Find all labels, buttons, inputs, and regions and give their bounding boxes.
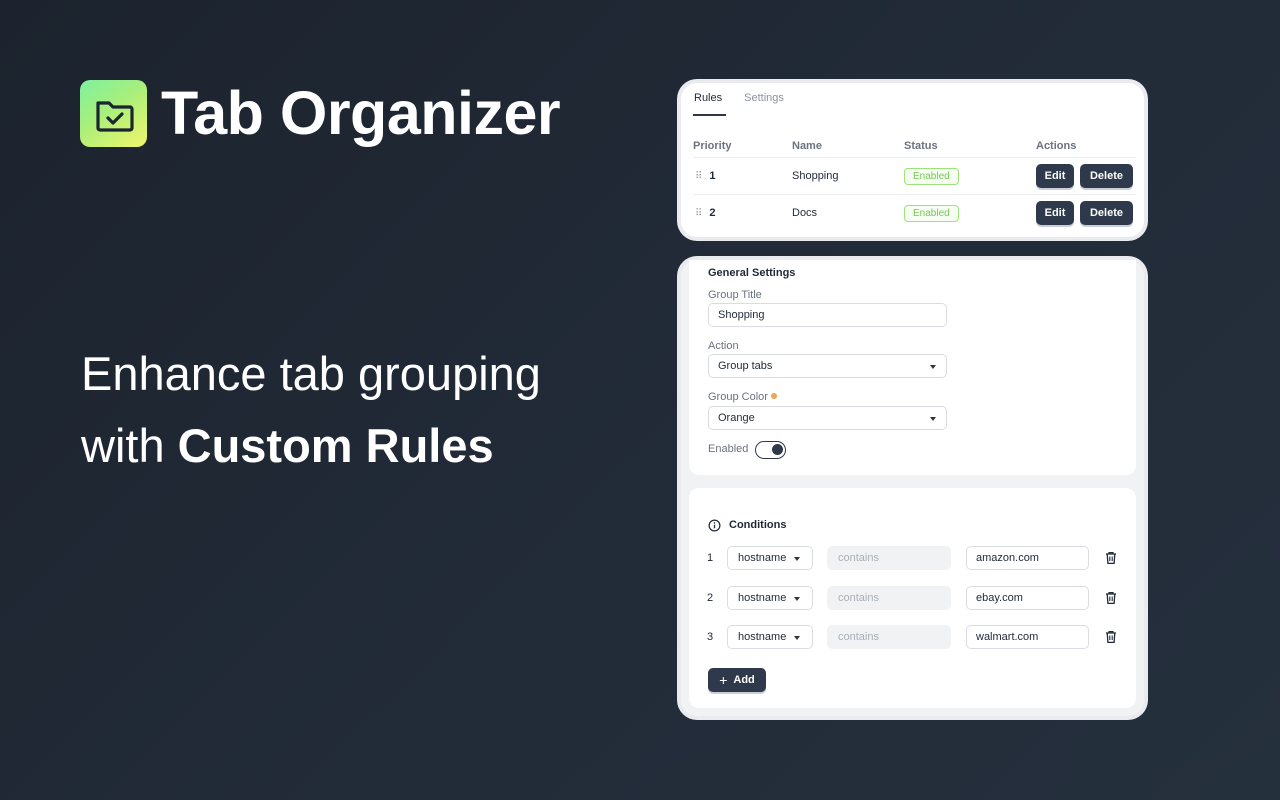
- folder-check-icon: [80, 80, 147, 147]
- info-icon: [708, 519, 721, 532]
- plus-icon: +: [719, 672, 728, 688]
- action-label: Action: [708, 340, 739, 352]
- tagline-bold: Custom Rules: [177, 419, 494, 472]
- enabled-toggle[interactable]: [755, 441, 786, 459]
- rules-table: Priority Name Status Actions ⠿ 1 Shoppin…: [693, 135, 1136, 231]
- group-title-input[interactable]: Shopping: [708, 303, 947, 327]
- condition-field-value: hostname: [738, 631, 787, 643]
- general-settings-panel: General Settings Group Title Shopping Ac…: [689, 260, 1136, 475]
- condition-row: 2 hostname contains ebay.com: [689, 586, 1136, 610]
- trash-icon[interactable]: [1103, 550, 1119, 566]
- group-color-label: Group Color: [708, 391, 777, 403]
- add-label: Add: [733, 674, 755, 686]
- caret-down-icon: [794, 636, 800, 640]
- condition-number: 2: [707, 592, 714, 604]
- drag-handle-icon[interactable]: ⠿: [695, 171, 702, 182]
- condition-operator[interactable]: contains: [827, 586, 951, 610]
- status-badge: Enabled: [904, 167, 959, 185]
- trash-icon[interactable]: [1103, 590, 1119, 606]
- condition-field-select[interactable]: hostname: [727, 625, 813, 649]
- conditions-panel: Conditions 1 hostname contains amazon.co…: [689, 488, 1136, 708]
- color-dot-icon: [770, 393, 777, 399]
- edit-button[interactable]: Edit: [1036, 164, 1074, 188]
- delete-button[interactable]: Delete: [1080, 201, 1133, 225]
- rule-name: Docs: [792, 207, 818, 219]
- conditions-title: Conditions: [729, 519, 787, 531]
- header-priority: Priority: [693, 140, 732, 152]
- tagline: Enhance tab grouping with Custom Rules: [81, 338, 541, 482]
- status-badge: Enabled: [904, 204, 959, 222]
- tab-settings[interactable]: Settings: [744, 90, 784, 116]
- add-condition-button[interactable]: + Add: [708, 668, 766, 692]
- rules-card: Rules Settings Priority Name Status Acti…: [681, 83, 1144, 237]
- condition-value-input[interactable]: amazon.com: [966, 546, 1089, 570]
- condition-value-input[interactable]: walmart.com: [966, 625, 1089, 649]
- tagline-line-2: with Custom Rules: [81, 410, 541, 482]
- table-row: ⠿ 1 Shopping Enabled Edit Delete: [693, 157, 1136, 194]
- caret-down-icon: [794, 597, 800, 601]
- general-settings-title: General Settings: [708, 267, 796, 279]
- condition-number: 1: [707, 552, 714, 564]
- group-color-select[interactable]: Orange: [708, 406, 947, 430]
- header-name: Name: [792, 140, 822, 152]
- action-value: Group tabs: [718, 360, 773, 372]
- drag-handle-icon[interactable]: ⠿: [695, 208, 702, 219]
- tab-rules[interactable]: Rules: [693, 90, 727, 116]
- condition-operator[interactable]: contains: [827, 546, 951, 570]
- brand-title: Tab Organizer: [161, 79, 561, 147]
- action-select[interactable]: Group tabs: [708, 354, 947, 378]
- condition-row: 3 hostname contains walmart.com: [689, 625, 1136, 649]
- group-title-value: Shopping: [718, 309, 765, 321]
- caret-down-icon: [794, 557, 800, 561]
- enabled-label: Enabled: [708, 443, 749, 455]
- toggle-knob: [772, 444, 783, 455]
- condition-number: 3: [707, 631, 714, 643]
- group-color-value: Orange: [718, 412, 755, 424]
- caret-down-icon: [930, 417, 936, 421]
- header-status: Status: [904, 140, 938, 152]
- condition-field-value: hostname: [738, 552, 787, 564]
- edit-button[interactable]: Edit: [1036, 201, 1074, 225]
- tab-bar: Rules Settings: [693, 90, 802, 116]
- group-title-label: Group Title: [708, 289, 762, 301]
- rule-editor-card: General Settings Group Title Shopping Ac…: [681, 260, 1144, 716]
- group-color-label-text: Group Color: [708, 391, 768, 403]
- caret-down-icon: [930, 365, 936, 369]
- condition-field-select[interactable]: hostname: [727, 546, 813, 570]
- delete-button[interactable]: Delete: [1080, 164, 1133, 188]
- condition-field-select[interactable]: hostname: [727, 586, 813, 610]
- condition-row: 1 hostname contains amazon.com: [689, 546, 1136, 570]
- table-row: ⠿ 2 Docs Enabled Edit Delete: [693, 194, 1136, 231]
- tagline-line-1: Enhance tab grouping: [81, 347, 541, 400]
- header-actions: Actions: [1036, 140, 1077, 152]
- condition-value-input[interactable]: ebay.com: [966, 586, 1089, 610]
- priority-value: 1: [709, 170, 716, 182]
- rule-name: Shopping: [792, 170, 839, 182]
- tagline-prefix: with: [81, 419, 178, 472]
- condition-field-value: hostname: [738, 592, 787, 604]
- condition-operator[interactable]: contains: [827, 625, 951, 649]
- brand: Tab Organizer: [80, 79, 561, 147]
- table-header: Priority Name Status Actions: [693, 135, 1136, 157]
- priority-value: 2: [709, 207, 716, 219]
- trash-icon[interactable]: [1103, 629, 1119, 645]
